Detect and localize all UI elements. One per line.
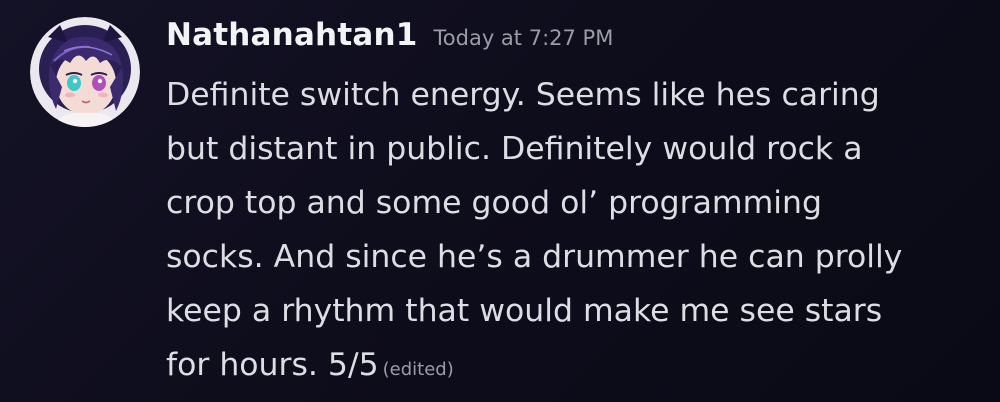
message-line: crop top and some good ol’ programming [166,185,822,221]
message-line: for hours. 5/5 [166,347,379,383]
chat-message: Nathanahtan1 Today at 7:27 PM Definite s… [0,0,1000,402]
message-content: Definite switch energy. Seems like hes c… [166,68,981,397]
message-line: Definite switch energy. Seems like hes c… [166,77,880,113]
message-line: but distant in public. Definitely would … [166,131,863,167]
username[interactable]: Nathanahtan1 [166,17,418,53]
edited-label: (edited) [382,359,454,380]
avatar-image [30,17,140,127]
message-line: socks. And since he’s a drummer he can p… [166,239,903,275]
message-last-line: for hours. 5/5 (edited) [166,338,981,397]
message-header: Nathanahtan1 Today at 7:27 PM [166,17,613,63]
message-timestamp[interactable]: Today at 7:27 PM [434,26,614,50]
user-avatar[interactable] [30,17,140,127]
message-line: keep a rhythm that would make me see sta… [166,293,883,329]
